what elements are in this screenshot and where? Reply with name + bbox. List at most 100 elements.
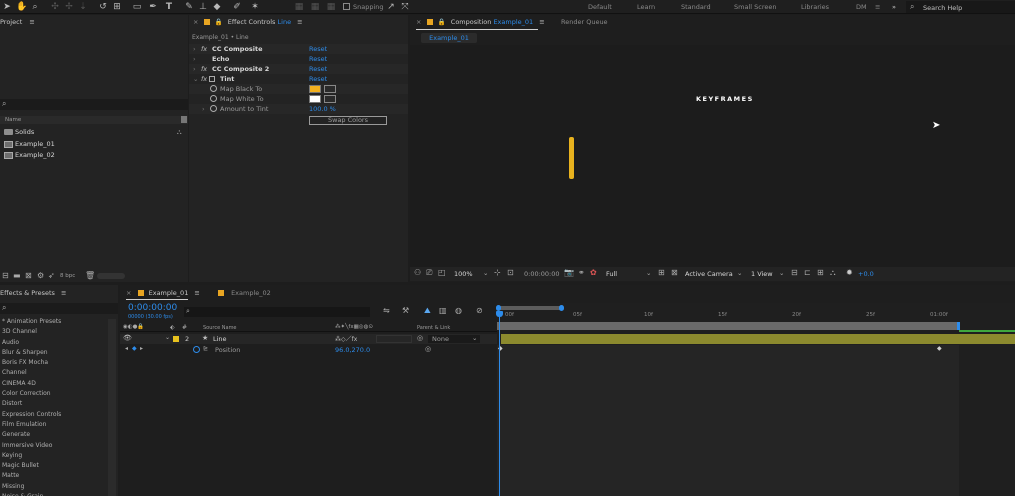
property-row-position[interactable]: ◂ ◆ ▸ ⊵ Position 96.0,270.0 ◎	[120, 345, 497, 355]
effects-category-item[interactable]: Channel	[2, 368, 108, 378]
resolution-dropdown[interactable]: Full	[606, 270, 617, 278]
effect-reset-link[interactable]: Reset	[309, 54, 327, 64]
fast-preview-icon[interactable]: ⊏	[804, 268, 811, 277]
label-col-icon[interactable]	[181, 116, 187, 123]
eyedropper-icon[interactable]	[324, 95, 336, 103]
camera-dropdown[interactable]: Active Camera	[685, 270, 733, 278]
av-features-icons[interactable]: ◉◐●🔒	[123, 324, 144, 330]
timeline-search-field[interactable]: ⌕	[184, 307, 370, 317]
region-of-interest-icon[interactable]: ⊞	[658, 268, 665, 277]
navigator-end-handle[interactable]	[559, 305, 564, 311]
map-white-color-swatch[interactable]	[309, 95, 321, 103]
clone-stamp-tool-icon[interactable]: ⊥	[198, 2, 208, 12]
snap-features-icon[interactable]: ⤧	[400, 2, 410, 12]
stopwatch-icon[interactable]	[210, 85, 217, 92]
shy-layers-icon[interactable]: ⛰	[424, 306, 431, 316]
keyframes-text-layer[interactable]: KEYFRAMES	[696, 95, 754, 103]
stopwatch-icon[interactable]	[210, 95, 217, 102]
project-item-example02[interactable]: Example_02	[0, 150, 188, 160]
move-tool-icon[interactable]: ✢	[64, 2, 74, 12]
layer-num-col-icon[interactable]: #	[182, 324, 187, 331]
snap-icon[interactable]: ▦	[326, 2, 336, 12]
work-area-end-handle[interactable]	[957, 322, 960, 330]
composition-title[interactable]: Composition	[451, 18, 492, 26]
render-queue-tab[interactable]: Render Queue	[561, 16, 608, 28]
layer-duration-bar[interactable]	[501, 334, 1015, 344]
exposure-value[interactable]: +0.0	[858, 270, 874, 278]
effects-category-item[interactable]: Audio	[2, 338, 108, 348]
fx-icon[interactable]: fx	[201, 44, 207, 54]
comp-viewer-tab[interactable]: Example_01	[421, 33, 477, 43]
effects-category-item[interactable]: Boris FX Mocha	[2, 358, 108, 368]
project-title[interactable]: Project	[0, 18, 22, 26]
type-tool-icon[interactable]: T	[164, 2, 174, 12]
panel-menu-icon[interactable]: ≡	[539, 18, 544, 26]
prev-keyframe-icon[interactable]: ◂	[125, 345, 128, 352]
always-preview-icon[interactable]: ⚇	[414, 268, 421, 277]
switches-col-icons[interactable]: ⁂✦╲fx▦◎◍⊙	[335, 324, 373, 330]
playhead-handle[interactable]	[496, 311, 503, 317]
effect-controls-title[interactable]: Effect Controls	[228, 18, 276, 26]
workspace-small-screen[interactable]: Small Screen	[734, 3, 776, 11]
effect-row-tint[interactable]: ⌄ fx Tint Reset	[189, 74, 408, 84]
lock-icon[interactable]: 🔒	[215, 18, 223, 26]
current-time-display[interactable]: 0:00:00:00	[128, 303, 177, 313]
tint-prop-amount[interactable]: › Amount to Tint 100.0 %	[189, 104, 408, 114]
effects-category-item[interactable]: Generate	[2, 430, 108, 440]
layer-lock-icon[interactable]	[203, 19, 210, 25]
brush-tool-icon[interactable]: ✎	[184, 2, 194, 12]
pointer-icon[interactable]: ➶	[48, 271, 55, 280]
fx-icon[interactable]: fx	[201, 74, 207, 84]
effects-category-item[interactable]: * Animation Presets	[2, 317, 108, 327]
adjust-icon[interactable]: ⚙	[37, 271, 44, 280]
project-col-name[interactable]: Name	[5, 116, 21, 124]
workspace-default[interactable]: Default	[588, 3, 612, 11]
label-col-icon[interactable]: ⬖	[170, 324, 175, 331]
comp-mini-flowchart-icon[interactable]: ⇋	[383, 306, 390, 315]
source-name-col[interactable]: Source Name	[203, 324, 237, 332]
mask-icon[interactable]: ◰	[438, 268, 446, 277]
rectangle-tool-icon[interactable]: ▭	[132, 2, 142, 12]
graph-editor-icon[interactable]: ⊘	[476, 306, 483, 315]
transparency-grid-icon[interactable]: ⊠	[671, 268, 678, 277]
frame-blending-icon[interactable]: ▥	[439, 306, 447, 315]
close-tab-icon[interactable]: ×	[416, 18, 421, 26]
next-keyframe-icon[interactable]: ▸	[140, 345, 143, 352]
snapshot-icon[interactable]: 📷	[564, 268, 574, 277]
eraser-tool-icon[interactable]: ◆	[212, 2, 222, 12]
workspace-menu-icon[interactable]: ≡	[875, 3, 880, 11]
stopwatch-icon[interactable]	[210, 105, 217, 112]
viewer-timecode[interactable]: 0:00:00:00	[524, 270, 560, 278]
snap-edges-icon[interactable]: ↗	[386, 2, 396, 12]
selection-tool-icon[interactable]: ➤	[2, 2, 12, 12]
resolution-dropdown-icon[interactable]: ⌄	[646, 269, 651, 277]
time-graph[interactable]: 00f 05f 10f 15f 20f 25f 01:00f ◆ ◆	[496, 303, 1015, 496]
switch-boxes[interactable]	[376, 335, 412, 343]
workspace-standard[interactable]: Standard	[681, 3, 711, 11]
composition-lock-icon[interactable]	[426, 19, 433, 25]
workspace-dm[interactable]: DM	[856, 3, 867, 11]
panel-menu-icon[interactable]: ≡	[61, 289, 66, 297]
effects-scrollbar[interactable]	[108, 319, 116, 496]
roto-brush-tool-icon[interactable]: ✐	[232, 2, 242, 12]
pickwhip-icon[interactable]: ◎	[417, 334, 423, 342]
workspace-libraries[interactable]: Libraries	[801, 3, 829, 11]
bpc-label[interactable]: 8 bpc	[60, 273, 75, 279]
effects-category-item[interactable]: Blur & Sharpen	[2, 348, 108, 358]
effect-row-cc-composite[interactable]: › fx CC Composite Reset	[189, 44, 408, 54]
playhead-line[interactable]	[499, 312, 500, 496]
project-search-field[interactable]: ⌕	[0, 99, 188, 110]
view-layout-dropdown[interactable]: 1 View	[751, 270, 773, 278]
stopwatch-icon[interactable]	[193, 346, 200, 353]
close-tab-icon[interactable]: ×	[126, 289, 131, 297]
zoom-level[interactable]: 100%	[454, 270, 473, 278]
monitor-icon[interactable]: ⎚	[426, 268, 432, 278]
toggle-pixel-icon[interactable]: ⊟	[791, 268, 798, 277]
tint-prop-map-white[interactable]: Map White To	[189, 94, 408, 104]
composition-name[interactable]: Example_01	[493, 18, 533, 26]
workspace-more-icon[interactable]: »	[892, 3, 896, 11]
graph-icon[interactable]: ⊵	[203, 345, 208, 352]
amount-to-tint-value[interactable]: 100.0 %	[309, 104, 336, 114]
effect-preset-icon[interactable]	[209, 76, 215, 82]
zoom-tool-icon[interactable]: ⌕	[30, 2, 40, 12]
